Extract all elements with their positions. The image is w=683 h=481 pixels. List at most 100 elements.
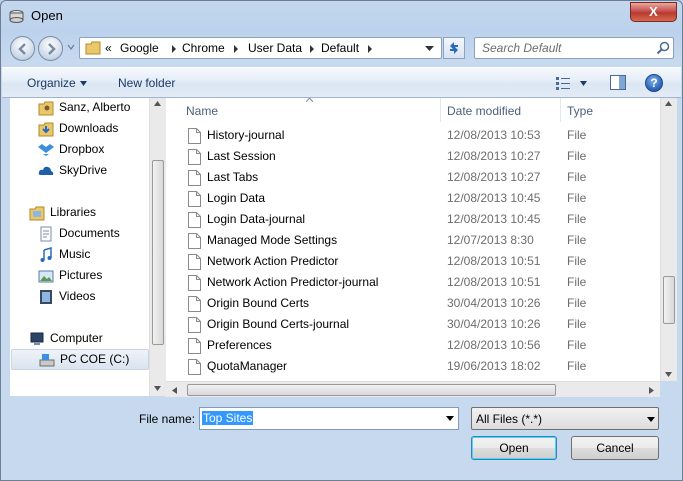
column-header-label: Type <box>567 104 594 118</box>
scroll-left-icon[interactable] <box>172 387 177 394</box>
file-type: File <box>567 212 587 226</box>
scroll-down-icon[interactable] <box>665 372 672 377</box>
table-row[interactable]: Network Action Predictor 12/08/2013 10:51… <box>166 251 662 272</box>
breadcrumb-separator-icon[interactable] <box>367 45 373 53</box>
file-name: QuotaManager <box>207 359 288 373</box>
filename-label: File name: <box>139 412 196 426</box>
file-list-scrollbar[interactable] <box>660 98 677 381</box>
file-date: 12/08/2013 10:51 <box>447 254 541 268</box>
open-button[interactable]: Open <box>471 436 557 460</box>
scroll-right-icon[interactable] <box>649 387 654 394</box>
file-name: Login Data-journal <box>207 212 306 226</box>
breadcrumb-overflow[interactable]: « <box>105 41 112 55</box>
address-dropdown-icon[interactable] <box>425 45 434 52</box>
table-row[interactable]: Last Session 12/08/2013 10:27 File <box>166 146 662 167</box>
cancel-button[interactable]: Cancel <box>571 436 659 460</box>
organize-button[interactable]: Organize <box>27 76 76 90</box>
file-name: Last Session <box>207 149 276 163</box>
horizontal-scrollbar[interactable] <box>166 381 660 397</box>
file-icon <box>188 338 201 354</box>
table-row[interactable]: Login Data-journal 12/08/2013 10:45 File <box>166 209 662 230</box>
scroll-down-icon[interactable] <box>154 386 161 391</box>
organize-dropdown-icon[interactable] <box>80 81 87 86</box>
nav-item-label: Downloads <box>59 121 119 135</box>
file-date: 12/08/2013 10:27 <box>447 170 541 184</box>
forward-arrow-icon <box>48 43 56 55</box>
search-input[interactable]: Search Default <box>474 37 674 59</box>
file-type: File <box>567 296 587 310</box>
back-button[interactable] <box>10 36 35 61</box>
folder-icon <box>85 41 101 55</box>
file-name: Managed Mode Settings <box>207 233 338 247</box>
filename-input[interactable]: Top Sites <box>199 407 459 430</box>
breadcrumb-user-data[interactable]: User Data <box>248 41 302 55</box>
table-row[interactable]: Preferences 12/08/2013 10:56 File <box>166 335 662 356</box>
table-row[interactable]: QuotaManager 19/06/2013 18:02 File <box>166 356 662 377</box>
table-row[interactable]: Origin Bound Certs 30/04/2013 10:26 File <box>166 293 662 314</box>
filename-value: Top Sites <box>202 411 254 425</box>
column-header-name[interactable]: Name <box>166 98 440 122</box>
file-name: Login Data <box>207 191 266 205</box>
scroll-up-icon[interactable] <box>154 101 161 106</box>
file-name: Origin Bound Certs <box>207 296 310 310</box>
filetype-select[interactable]: All Files (*.*) <box>471 407 659 430</box>
refresh-button[interactable] <box>443 37 465 59</box>
navigation-pane: Sanz, Alberto Downloads Dropbox SkyDrive… <box>10 98 165 396</box>
table-row[interactable]: Network Action Predictor-journal 12/08/20… <box>166 272 662 293</box>
breadcrumb-separator-icon[interactable] <box>309 45 315 53</box>
file-type: File <box>567 275 587 289</box>
nav-item-label: Libraries <box>50 205 97 219</box>
column-header-date[interactable]: Date modified <box>440 98 560 122</box>
table-row[interactable]: History-journal 12/08/2013 10:53 File <box>166 125 662 146</box>
scroll-up-icon[interactable] <box>665 101 672 106</box>
file-icon <box>188 296 201 312</box>
breadcrumb-chrome[interactable]: Chrome <box>182 41 225 55</box>
help-icon[interactable]: ? <box>645 74 663 92</box>
file-date: 30/04/2013 10:26 <box>447 317 541 331</box>
address-bar[interactable]: « Google Chrome User Data Default <box>79 37 442 59</box>
navigation-scrollbar[interactable] <box>149 98 166 396</box>
filename-history-dropdown-icon[interactable] <box>446 416 454 421</box>
view-dropdown-icon[interactable] <box>580 81 587 86</box>
preview-pane-icon[interactable] <box>610 75 626 90</box>
view-options-icon[interactable] <box>555 76 571 90</box>
scrollbar-thumb[interactable] <box>663 276 675 324</box>
file-type: File <box>567 317 587 331</box>
column-header-type[interactable]: Type <box>560 98 660 122</box>
file-date: 19/06/2013 18:02 <box>447 359 541 373</box>
title-bar[interactable]: Open X <box>1 1 682 31</box>
new-folder-button[interactable]: New folder <box>118 76 175 90</box>
breadcrumb-separator-icon[interactable] <box>233 45 239 53</box>
table-row[interactable]: Managed Mode Settings 12/07/2013 8:30 File <box>166 230 662 251</box>
open-dialog: Open X « Google Chrome User Data Default <box>0 0 683 481</box>
file-icon <box>188 191 201 207</box>
table-row[interactable]: Origin Bound Certs-journal 30/04/2013 10:… <box>166 314 662 335</box>
skydrive-icon <box>38 166 54 175</box>
file-type: File <box>567 359 587 373</box>
nav-item-label: Videos <box>59 289 96 303</box>
file-type: File <box>567 170 587 184</box>
file-icon <box>188 254 201 270</box>
downloads-icon <box>38 122 54 137</box>
scrollbar-thumb[interactable] <box>152 160 164 345</box>
breadcrumb-separator-icon[interactable] <box>171 45 177 53</box>
scrollbar-thumb[interactable] <box>187 384 556 396</box>
file-name: Network Action Predictor-journal <box>207 275 379 289</box>
search-icon[interactable] <box>656 41 670 55</box>
filetype-value: All Files (*.*) <box>476 412 543 426</box>
table-row[interactable]: Login Data 12/08/2013 10:45 File <box>166 188 662 209</box>
breadcrumb-default[interactable]: Default <box>321 41 359 55</box>
nav-item-drive-c[interactable]: PC COE (C:) <box>11 349 149 370</box>
refresh-icon <box>450 42 458 54</box>
drive-icon <box>39 354 55 367</box>
file-type: File <box>567 338 587 352</box>
forward-button[interactable] <box>38 36 63 61</box>
file-icon <box>188 212 201 228</box>
close-button[interactable]: X <box>630 2 677 22</box>
breadcrumb-google[interactable]: Google <box>120 41 159 55</box>
table-row[interactable]: Last Tabs 12/08/2013 10:27 File <box>166 167 662 188</box>
search-placeholder: Search Default <box>482 41 562 55</box>
recent-pages-dropdown-icon[interactable] <box>66 42 76 52</box>
file-icon <box>188 149 201 165</box>
file-list: Name Date modified Type History-journal 1… <box>166 98 662 381</box>
